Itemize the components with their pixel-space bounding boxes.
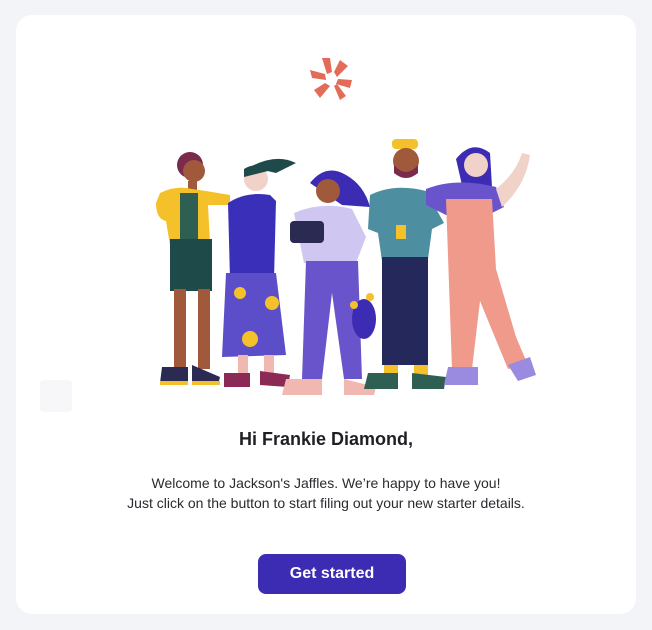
person-laptop — [282, 170, 376, 395]
welcome-message: Welcome to Jackson's Jaffles. We’re happ… — [16, 473, 636, 513]
person-beanie — [364, 139, 446, 389]
team-illustration — [156, 139, 536, 395]
welcome-line-2: Just click on the button to start filing… — [127, 495, 525, 511]
email-card: Hi Frankie Diamond, Welcome to Jackson's… — [16, 15, 636, 614]
brand-logo-icon — [310, 58, 352, 100]
welcome-line-1: Welcome to Jackson's Jaffles. We’re happ… — [151, 475, 501, 491]
person-yellow-jacket — [156, 152, 230, 385]
person-floral-skirt — [222, 158, 296, 387]
person-overalls — [426, 147, 536, 385]
get-started-button[interactable]: Get started — [258, 554, 406, 594]
placeholder-icon — [40, 380, 72, 412]
greeting-heading: Hi Frankie Diamond, — [238, 429, 414, 449]
